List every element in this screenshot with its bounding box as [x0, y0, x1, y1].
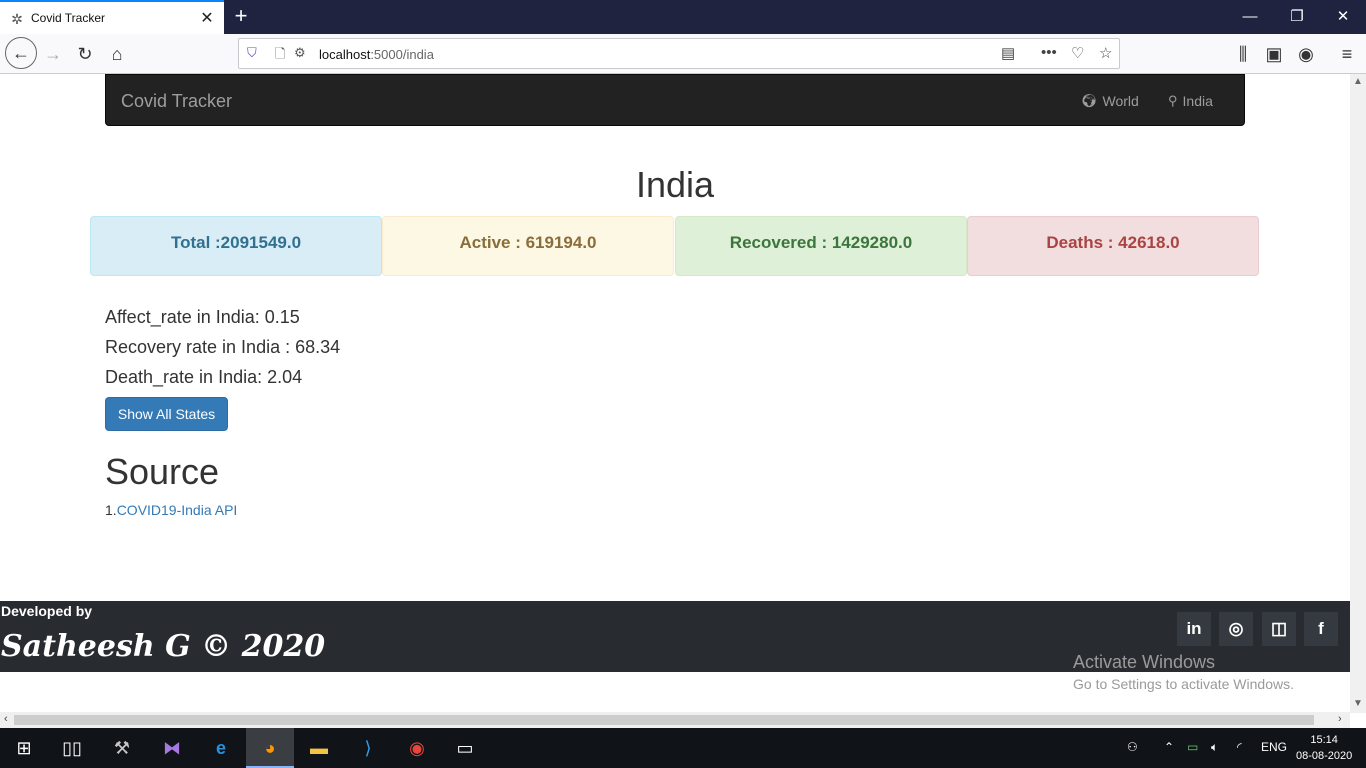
library-icon[interactable]: ⫼ — [1228, 40, 1258, 68]
file-explorer-icon[interactable]: ▬ — [295, 728, 343, 768]
recovery-rate-text: Recovery rate in India : 68.34 — [105, 337, 341, 357]
scroll-down-icon[interactable]: ▼ — [1353, 698, 1363, 709]
reader-view-icon[interactable]: ▤ — [1001, 44, 1015, 62]
firefox-icon[interactable]: ◕ — [246, 728, 294, 768]
language-indicator[interactable]: ENG — [1261, 740, 1287, 754]
browser-toolbar: ← → ↻ ⌂ ⛉ 🗋 ⚙ localhost:5000/india ▤ •••… — [0, 34, 1366, 74]
account-icon[interactable]: ◉ — [1291, 40, 1321, 68]
tools-app-icon[interactable]: ⚒ — [98, 728, 146, 768]
wifi-icon[interactable]: ◜ — [1237, 740, 1242, 754]
close-window-icon[interactable]: ✕ — [1331, 6, 1355, 28]
menu-icon[interactable]: ≡ — [1332, 40, 1362, 68]
sidebar-icon[interactable]: ▣ — [1259, 40, 1289, 68]
windows-start-icon[interactable]: ⊞ — [0, 728, 48, 768]
nav-link-india[interactable]: ⚲ India — [1168, 93, 1213, 109]
edge-icon[interactable]: e — [197, 728, 245, 768]
visual-studio-icon[interactable]: ⧓ — [148, 728, 196, 768]
total-cases-card: Total :2091549.0 — [90, 216, 382, 276]
url-text[interactable]: localhost:5000/india — [319, 47, 434, 62]
reload-icon[interactable]: ↻ — [70, 40, 100, 68]
terminal-icon[interactable]: ▭ — [441, 728, 489, 768]
virus-favicon-icon: ✲ — [11, 11, 23, 27]
globe-icon: 🌍︎ — [1081, 93, 1098, 108]
minimize-icon[interactable]: — — [1238, 6, 1262, 28]
horizontal-scroll-thumb[interactable] — [14, 715, 1314, 725]
tab-title: Covid Tracker — [31, 11, 106, 25]
restore-icon[interactable]: ❐ — [1285, 6, 1309, 28]
nav-link-world[interactable]: 🌍︎ World — [1081, 93, 1139, 109]
tray-chevron-icon[interactable]: ⌃ — [1164, 740, 1174, 754]
source-list-item: 1.COVID19-India API — [105, 502, 238, 518]
more-actions-icon[interactable]: ••• — [1041, 44, 1057, 61]
permissions-icon[interactable]: ⚙ — [294, 45, 306, 61]
death-rate-text: Death_rate in India: 2.04 — [105, 367, 303, 387]
browser-tab[interactable]: ✲ Covid Tracker ✕ — [0, 0, 224, 34]
battery-icon[interactable]: ▭ — [1187, 740, 1198, 754]
home-icon[interactable]: ⌂ — [102, 40, 132, 68]
activate-windows-watermark: Activate Windows Go to Settings to activ… — [1073, 652, 1294, 692]
instagram-icon[interactable]: ◫ — [1262, 612, 1296, 646]
browser-tab-bar: ✲ Covid Tracker ✕ + — ❐ ✕ — [0, 0, 1366, 34]
scroll-right-icon[interactable]: › — [1338, 713, 1342, 725]
scroll-up-icon[interactable]: ▲ — [1353, 76, 1363, 87]
task-view-icon[interactable]: ▯▯ — [48, 728, 96, 768]
github-icon[interactable]: ◎ — [1219, 612, 1253, 646]
windows-taskbar: ⊞ ▯▯ ⚒ ⧓ e ◕ ▬ ⟩ ◉ ▭ ⚇ ⌃ ▭ 🔈︎ ◜ ENG 15:1… — [0, 728, 1366, 768]
shield-icon[interactable]: ⛉ — [247, 45, 257, 61]
source-heading: Source — [105, 451, 220, 492]
bookmark-star-icon[interactable]: ☆ — [1099, 44, 1112, 62]
linkedin-icon[interactable]: in — [1177, 612, 1211, 646]
forward-icon[interactable]: → — [38, 40, 68, 68]
pocket-icon[interactable]: ♡ — [1071, 44, 1084, 62]
deaths-card: Deaths : 42618.0 — [967, 216, 1259, 276]
covid19-india-api-link[interactable]: COVID19-India API — [117, 502, 238, 518]
affect-rate-text: Affect_rate in India: 0.15 — [105, 307, 300, 327]
map-marker-icon: ⚲ — [1168, 93, 1178, 108]
recovered-cases-card: Recovered : 1429280.0 — [675, 216, 967, 276]
facebook-icon[interactable]: f — [1304, 612, 1338, 646]
page-icon: 🗋 — [275, 46, 286, 61]
page-title: India — [635, 164, 715, 205]
site-navbar: Covid Tracker 🌍︎ World ⚲ India — [105, 74, 1245, 126]
developed-by-label: Developed by — [1, 603, 93, 619]
close-tab-icon[interactable]: ✕ — [199, 8, 215, 28]
active-cases-card: Active : 619194.0 — [382, 216, 674, 276]
show-all-states-button[interactable]: Show All States — [105, 397, 228, 431]
scroll-left-icon[interactable]: ‹ — [4, 713, 8, 725]
developer-name: Satheesh G © 2020 — [1, 629, 326, 664]
back-icon[interactable]: ← — [5, 37, 37, 69]
clock[interactable]: 15:14 08-08-2020 — [1296, 732, 1352, 764]
new-tab-icon[interactable]: + — [230, 4, 252, 28]
people-icon[interactable]: ⚇ — [1127, 740, 1138, 754]
horizontal-scrollbar[interactable]: ‹ › — [0, 712, 1350, 728]
url-bar[interactable]: ⛉ 🗋 ⚙ localhost:5000/india ▤ ••• ♡ ☆ — [238, 38, 1120, 69]
navbar-brand[interactable]: Covid Tracker — [121, 91, 232, 112]
vertical-scrollbar[interactable]: ▲ ▼ — [1350, 74, 1366, 713]
volume-icon[interactable]: 🔈︎ — [1211, 740, 1218, 755]
vscode-icon[interactable]: ⟩ — [344, 728, 392, 768]
chrome-icon[interactable]: ◉ — [393, 728, 441, 768]
